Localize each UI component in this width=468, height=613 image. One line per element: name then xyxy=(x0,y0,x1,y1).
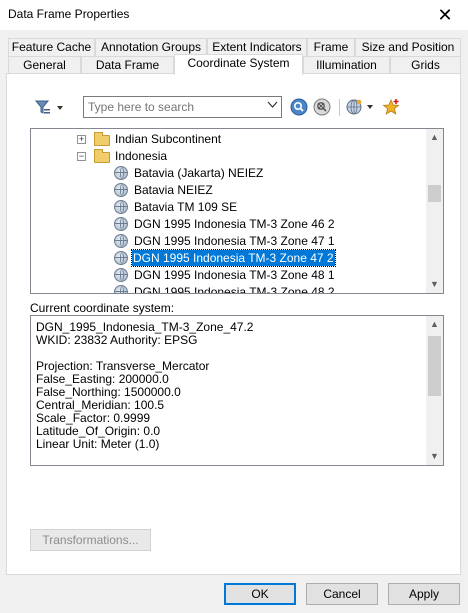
detail-line: Scale_Factor: 0.9999 xyxy=(36,411,151,425)
folder-icon xyxy=(94,132,110,146)
tree-item-selected[interactable]: DGN 1995 Indonesia TM-3 Zone 47 2 xyxy=(31,249,427,267)
globe-icon xyxy=(114,217,128,231)
tree-folder-indonesia[interactable]: − Indonesia xyxy=(31,148,427,165)
detail-line: Central_Meridian: 100.5 xyxy=(36,398,165,412)
chevron-down-icon[interactable] xyxy=(267,99,278,113)
current-coordinate-system-details: DGN_1995_Indonesia_TM-3_Zone_47.2 WKID: … xyxy=(30,315,444,466)
window-title: Data Frame Properties xyxy=(8,7,130,21)
globe-icon xyxy=(114,183,128,197)
cancel-button[interactable]: Cancel xyxy=(306,583,378,605)
toolbar-separator xyxy=(339,99,340,116)
tree-folder-indian-subcontinent[interactable]: + Indian Subcontinent xyxy=(31,131,427,148)
globe-icon xyxy=(114,166,128,180)
tree-item[interactable]: Batavia (Jakarta) NEIEZ xyxy=(31,165,427,182)
folder-open-icon xyxy=(94,149,110,163)
ok-button[interactable]: OK xyxy=(224,583,296,605)
tree-item[interactable]: DGN 1995 Indonesia TM-3 Zone 47 1 xyxy=(31,233,427,250)
apply-button[interactable]: Apply xyxy=(388,583,460,605)
search-field[interactable] xyxy=(83,96,282,118)
tree-item[interactable]: DGN 1995 Indonesia TM-3 Zone 46 2 xyxy=(31,216,427,233)
tree-item[interactable]: DGN 1995 Indonesia TM-3 Zone 48 2 xyxy=(31,284,427,293)
detail-line: Projection: Transverse_Mercator xyxy=(36,359,210,373)
globe-icon xyxy=(114,285,128,293)
detail-line: WKID: 23832 Authority: EPSG xyxy=(36,333,198,347)
scroll-up-icon[interactable]: ▲ xyxy=(426,316,443,333)
tree-item[interactable]: DGN 1995 Indonesia TM-3 Zone 48 1 xyxy=(31,267,427,284)
transformations-button[interactable]: Transformations... xyxy=(30,529,151,551)
detail-line: DGN_1995_Indonesia_TM-3_Zone_47.2 xyxy=(36,320,254,334)
filter-icon[interactable] xyxy=(34,99,64,120)
coordinate-system-tree[interactable]: + Indian Subcontinent − Indonesia Batavi… xyxy=(30,128,444,294)
detail-line: Linear Unit: Meter (1.0) xyxy=(36,437,160,451)
scroll-up-icon[interactable]: ▲ xyxy=(426,129,443,146)
tab-feature-cache[interactable]: Feature Cache xyxy=(8,38,95,57)
clear-search-icon[interactable] xyxy=(313,98,331,119)
favorites-star-icon[interactable] xyxy=(381,97,401,120)
add-coordinate-system-icon[interactable] xyxy=(346,98,376,119)
scroll-thumb[interactable] xyxy=(428,336,441,396)
globe-icon xyxy=(114,234,128,248)
search-input[interactable] xyxy=(84,97,259,117)
tab-frame[interactable]: Frame xyxy=(307,38,355,57)
tree-item[interactable]: Batavia NEIEZ xyxy=(31,182,427,199)
title-bar: Data Frame Properties ✕ xyxy=(0,0,468,30)
detail-line: Latitude_Of_Origin: 0.0 xyxy=(36,424,161,438)
globe-icon xyxy=(114,200,128,214)
detail-line: False_Northing: 1500000.0 xyxy=(36,385,181,399)
tab-size-and-position[interactable]: Size and Position xyxy=(355,38,461,57)
scroll-down-icon[interactable]: ▼ xyxy=(426,448,443,465)
tree-scrollbar[interactable]: ▲ ▼ xyxy=(426,129,443,293)
scroll-thumb[interactable] xyxy=(428,185,441,202)
tab-coordinate-system[interactable]: Coordinate System xyxy=(174,54,303,75)
expand-icon[interactable]: + xyxy=(77,135,86,144)
close-icon[interactable]: ✕ xyxy=(422,0,468,30)
scroll-down-icon[interactable]: ▼ xyxy=(426,276,443,293)
globe-icon xyxy=(114,268,128,282)
tree-item[interactable]: Batavia TM 109 SE xyxy=(31,199,427,216)
current-coordinate-system-label: Current coordinate system: xyxy=(30,301,175,315)
search-icon[interactable] xyxy=(290,98,308,119)
detail-line: False_Easting: 200000.0 xyxy=(36,372,169,386)
details-scrollbar[interactable]: ▲ ▼ xyxy=(426,316,443,465)
globe-icon xyxy=(114,251,128,265)
collapse-icon[interactable]: − xyxy=(77,152,86,161)
